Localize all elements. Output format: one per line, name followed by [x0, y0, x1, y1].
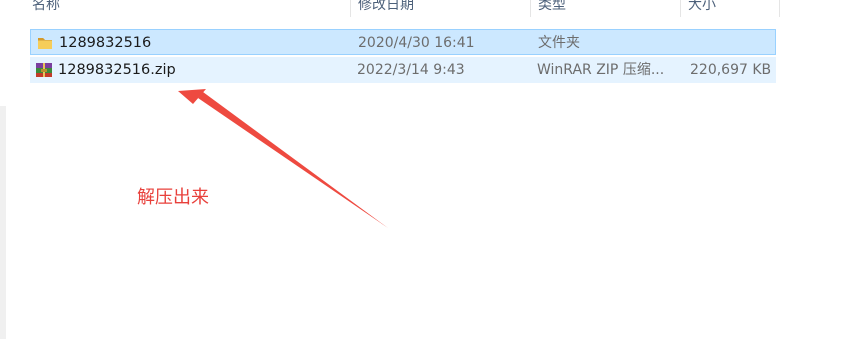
annotation-text: 解压出来 — [137, 187, 209, 208]
annotation-arrow — [178, 89, 388, 228]
